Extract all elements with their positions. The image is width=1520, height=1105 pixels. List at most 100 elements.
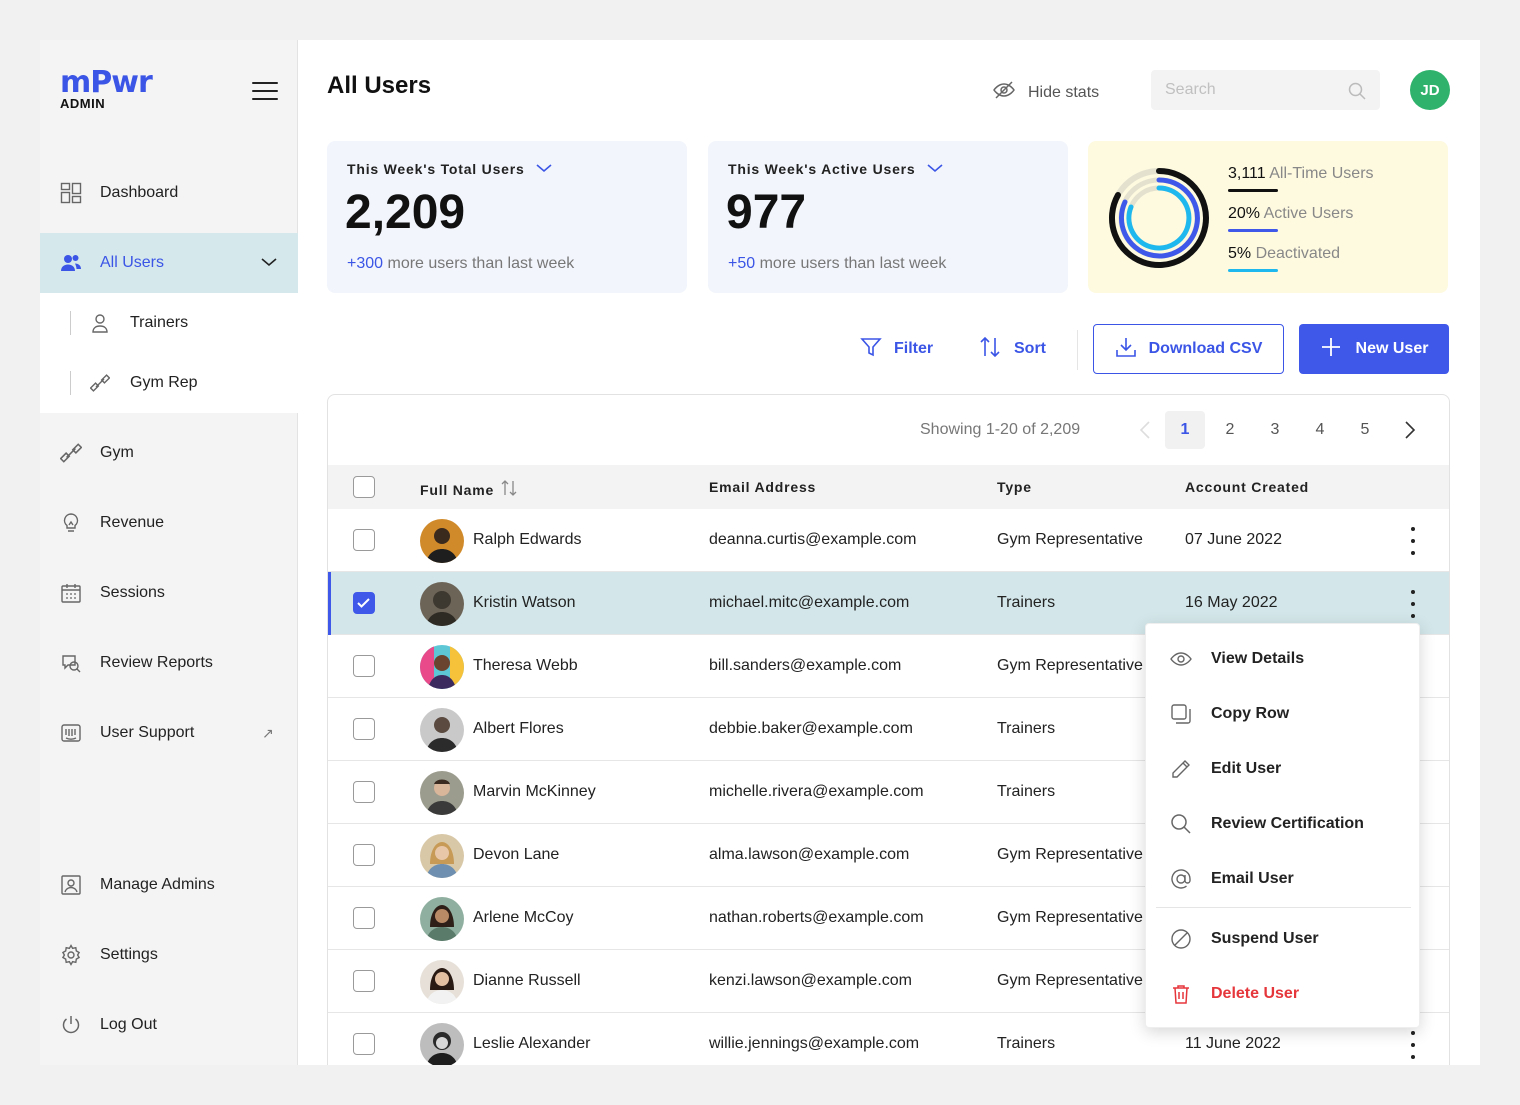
- row-email: bill.sanders@example.com: [709, 657, 902, 674]
- users-ring-chart: [1109, 168, 1209, 268]
- menu-item-label: Edit User: [1211, 760, 1282, 777]
- pencil-icon: [1170, 758, 1192, 780]
- filter-label: Filter: [894, 340, 934, 357]
- row-created: 11 June 2022: [1185, 1035, 1281, 1052]
- summary-value: 5%: [1228, 245, 1252, 262]
- sidebar-item-all-users[interactable]: All Users: [40, 233, 298, 293]
- logo[interactable]: mPwr ADMIN: [60, 68, 153, 112]
- avatar: [420, 897, 464, 941]
- users-icon: [60, 252, 82, 274]
- page-button-2[interactable]: 2: [1210, 411, 1250, 449]
- row-checkbox[interactable]: [353, 655, 375, 677]
- plus-icon: [1320, 336, 1342, 363]
- column-header-full-name[interactable]: Full Name: [420, 479, 518, 500]
- page-button-3[interactable]: 3: [1255, 411, 1295, 449]
- power-icon: [60, 1014, 82, 1036]
- row-checkbox[interactable]: [353, 907, 375, 929]
- filter-icon: [860, 336, 882, 363]
- menu-item-suspend-user[interactable]: Suspend User: [1146, 914, 1421, 964]
- card-value: 2,209: [345, 186, 466, 239]
- summary-label: All-Time Users: [1269, 165, 1374, 182]
- row-more-icon[interactable]: [1403, 590, 1423, 618]
- search-icon: [1170, 813, 1192, 835]
- users-submenu: Trainers Gym Rep: [40, 293, 298, 413]
- sidebar-item-dashboard[interactable]: Dashboard: [40, 163, 298, 223]
- menu-item-edit-user[interactable]: Edit User: [1146, 744, 1421, 794]
- row-more-icon[interactable]: [1403, 1031, 1423, 1059]
- table-header: Full Name Email Address Type Account Cre…: [328, 465, 1449, 509]
- avatar: [420, 519, 464, 563]
- page-button-4[interactable]: 4: [1300, 411, 1340, 449]
- row-checkbox[interactable]: [353, 592, 375, 614]
- search-input[interactable]: [1151, 70, 1380, 110]
- row-created: 07 June 2022: [1185, 531, 1282, 548]
- sort-icon: [978, 335, 1002, 364]
- sidebar-item-user-support[interactable]: User Support ↗: [40, 703, 298, 763]
- sidebar-item-sessions[interactable]: Sessions: [40, 563, 298, 623]
- prev-page-button[interactable]: [1125, 411, 1165, 449]
- external-link-icon: ↗: [262, 724, 274, 741]
- next-page-button[interactable]: [1390, 411, 1430, 449]
- filter-button[interactable]: Filter: [860, 324, 933, 374]
- hamburger-menu-icon[interactable]: [252, 82, 278, 102]
- summary-value: 3,111: [1228, 165, 1266, 182]
- new-user-button[interactable]: New User: [1299, 324, 1449, 374]
- sort-arrows-icon[interactable]: [500, 479, 518, 500]
- sidebar-item-log-out[interactable]: Log Out: [40, 995, 298, 1055]
- sidebar-item-label: Dashboard: [100, 184, 179, 201]
- eye-off-icon: [992, 80, 1016, 105]
- page-button-5[interactable]: 5: [1345, 411, 1385, 449]
- sort-button[interactable]: Sort: [978, 324, 1046, 374]
- chevron-down-icon[interactable]: [926, 161, 944, 177]
- column-header-type[interactable]: Type: [997, 479, 1032, 495]
- row-full-name: Dianne Russell: [473, 972, 581, 989]
- row-checkbox[interactable]: [353, 781, 375, 803]
- users-summary-card: 3,111 All-Time Users 20% Active Users 5%…: [1088, 141, 1448, 293]
- download-csv-label: Download CSV: [1148, 340, 1263, 357]
- sidebar-item-revenue[interactable]: Revenue: [40, 493, 298, 553]
- menu-item-label: View Details: [1211, 650, 1305, 667]
- hide-stats-button[interactable]: Hide stats: [992, 80, 1099, 105]
- sidebar-item-gym[interactable]: Gym: [40, 423, 298, 483]
- calendar-icon: [60, 582, 82, 604]
- table-row[interactable]: Ralph Edwards deanna.curtis@example.com …: [328, 509, 1449, 572]
- card-title[interactable]: This Week's Total Users: [347, 161, 553, 177]
- menu-item-view-details[interactable]: View Details: [1146, 634, 1421, 684]
- menu-item-delete-user[interactable]: Delete User: [1146, 969, 1421, 1019]
- card-title[interactable]: This Week's Active Users: [728, 161, 944, 177]
- selected-indicator: [328, 572, 331, 635]
- chevron-down-icon[interactable]: [260, 255, 278, 273]
- column-header-email[interactable]: Email Address: [709, 479, 816, 495]
- user-avatar[interactable]: JD: [1410, 70, 1450, 110]
- menu-item-review-certification[interactable]: Review Certification: [1146, 799, 1421, 849]
- row-email: nathan.roberts@example.com: [709, 909, 924, 926]
- row-type: Trainers: [997, 594, 1056, 611]
- row-type: Trainers: [997, 720, 1056, 737]
- row-checkbox[interactable]: [353, 1033, 375, 1055]
- sidebar-item-label: Review Reports: [100, 654, 213, 671]
- chevron-down-icon[interactable]: [535, 161, 553, 177]
- row-checkbox[interactable]: [353, 718, 375, 740]
- lightbulb-icon: [60, 512, 82, 534]
- row-email: michelle.rivera@example.com: [709, 783, 924, 800]
- sidebar-item-review-reports[interactable]: Review Reports: [40, 633, 298, 693]
- sidebar-item-label: Gym: [100, 444, 134, 461]
- column-header-account-created[interactable]: Account Created: [1185, 479, 1309, 495]
- row-checkbox[interactable]: [353, 844, 375, 866]
- row-checkbox[interactable]: [353, 529, 375, 551]
- sidebar-item-manage-admins[interactable]: Manage Admins: [40, 855, 298, 915]
- sidebar-item-settings[interactable]: Settings: [40, 925, 298, 985]
- download-icon: [1115, 336, 1137, 363]
- page-button-1[interactable]: 1: [1165, 411, 1205, 449]
- row-more-icon[interactable]: [1403, 527, 1423, 555]
- total-users-card: This Week's Total Users 2,209 +300 more …: [327, 141, 687, 293]
- delta-value: +50: [728, 255, 756, 272]
- menu-item-copy-row[interactable]: Copy Row: [1146, 689, 1421, 739]
- sidebar-subitem-gym-rep[interactable]: Gym Rep: [40, 353, 298, 413]
- select-all-checkbox[interactable]: [353, 476, 375, 498]
- sidebar-subitem-trainers[interactable]: Trainers: [40, 293, 298, 353]
- row-checkbox[interactable]: [353, 970, 375, 992]
- search-icon[interactable]: [1348, 82, 1366, 105]
- download-csv-button[interactable]: Download CSV: [1093, 324, 1284, 374]
- menu-item-email-user[interactable]: Email User: [1146, 854, 1421, 904]
